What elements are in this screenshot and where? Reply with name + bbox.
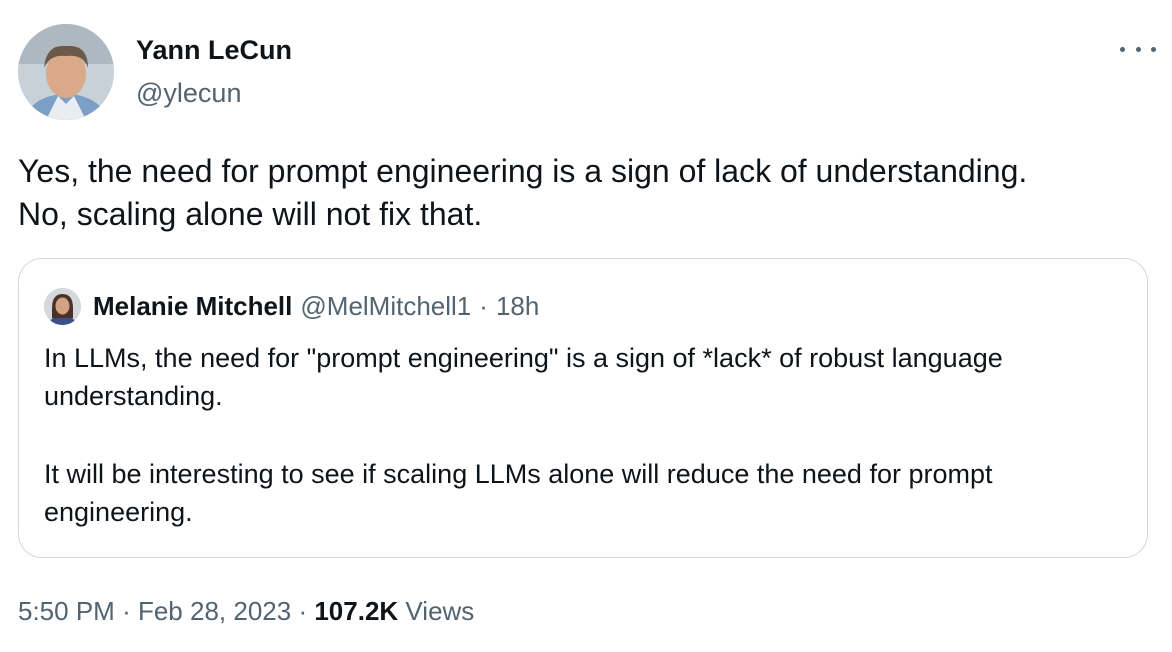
tweet-date[interactable]: Feb 28, 2023 [138,596,291,626]
author-display-name[interactable]: Yann LeCun [136,32,292,68]
quoted-avatar-image [44,287,81,325]
quote-header: Melanie Mitchell @MelMitchell1 · 18h [44,286,539,326]
quoted-display-name: Melanie Mitchell [93,290,293,321]
author-handle[interactable]: @ylecun [136,74,292,112]
tweet: Yann LeCun @ylecun Yes, the need for pro… [0,0,1172,652]
quoted-paragraph-1: In LLMs, the need for "prompt engineerin… [44,343,1003,411]
quoted-time: 18h [495,290,540,321]
quoted-text: In LLMs, the need for "prompt engineerin… [44,339,1114,531]
quoted-paragraph-2: It will be interesting to see if scaling… [44,459,993,527]
tweet-time[interactable]: 5:50 PM [18,596,115,626]
more-options-button[interactable] [1116,34,1160,64]
quote-tweet-card[interactable]: Melanie Mitchell @MelMitchell1 · 18h In … [18,258,1148,558]
author-avatar[interactable] [18,24,114,120]
quoted-handle: @MelMitchell1 [300,290,472,321]
quoted-author-avatar [44,287,81,325]
tweet-meta: 5:50 PM · Feb 28, 2023 · 107.2K Views [18,592,474,630]
meta-separator: · [122,596,131,626]
meta-separator: · [298,596,308,626]
views-label: Views [405,596,475,626]
views-count[interactable]: 107.2K [314,596,398,626]
tweet-text: Yes, the need for prompt engineering is … [18,153,1028,232]
avatar-image [18,24,114,120]
quoted-separator: · [479,290,488,321]
author-info: Yann LeCun @ylecun [136,32,292,112]
more-horizontal-icon [1120,46,1156,52]
